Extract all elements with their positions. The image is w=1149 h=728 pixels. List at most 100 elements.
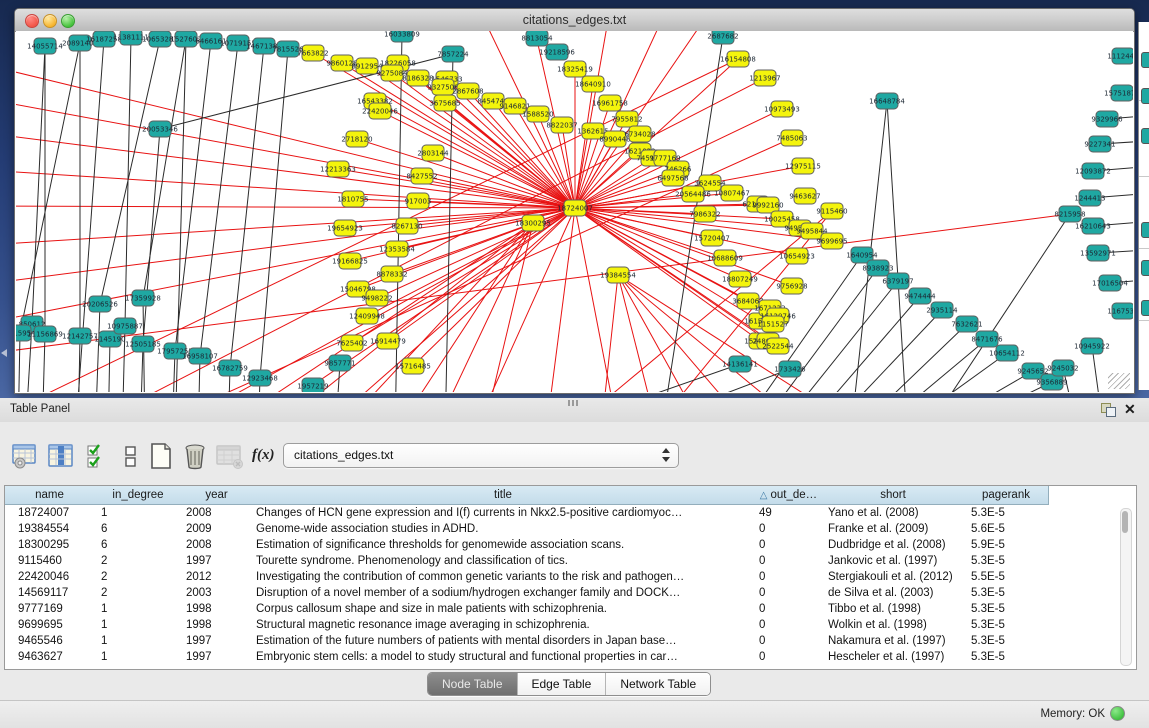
graph-node[interactable]: 8471676	[971, 331, 1003, 347]
table-cell[interactable]: 6	[101, 537, 180, 553]
table-cell[interactable]: Genome-wide association studies in ADHD.	[256, 521, 753, 537]
row-checks-icon[interactable]	[86, 442, 112, 470]
tab-network-table[interactable]: Network Table	[605, 673, 710, 695]
table-cell[interactable]: 1	[101, 633, 180, 649]
graph-edge[interactable]	[95, 304, 100, 392]
graph-node[interactable]: 6497568	[657, 170, 688, 186]
table-cell[interactable]: Stergiakouli et al. (2012)	[828, 569, 962, 585]
graph-node[interactable]: 8813054	[521, 31, 553, 46]
table-cell[interactable]: Nakamura et al. (1997)	[828, 633, 962, 649]
table-cell[interactable]: Estimation of significance thresholds fo…	[256, 537, 753, 553]
table-cell[interactable]: 0	[759, 521, 820, 537]
graph-edge[interactable]	[16, 208, 575, 286]
network-window-titlebar[interactable]: citations_edges.txt	[15, 9, 1134, 32]
graph-node[interactable]: 10945922	[1074, 338, 1110, 354]
table-cell[interactable]: Estimation of the future numbers of pati…	[256, 633, 753, 649]
graph-node[interactable]: 1957219	[297, 378, 328, 392]
graph-node[interactable]: 20053346	[142, 121, 178, 137]
graph-node[interactable]: 18640910	[575, 76, 611, 92]
graph-edge[interactable]	[618, 275, 710, 392]
graph-node[interactable]: 8267130	[391, 218, 422, 234]
column-header-in_degree[interactable]: in_degree	[94, 486, 183, 505]
table-cell[interactable]: Hescheler et al. (1997)	[828, 649, 962, 665]
graph-edge[interactable]	[20, 43, 80, 333]
table-cell[interactable]: 0	[759, 537, 820, 553]
table-cell[interactable]: 0	[759, 585, 820, 601]
graph-node[interactable]: 12093872	[1075, 163, 1111, 179]
graph-node[interactable]: 1112443	[1107, 48, 1133, 64]
graph-node[interactable]: 9474444	[904, 288, 936, 304]
column-header-year[interactable]: year	[182, 486, 252, 505]
scrollbar-thumb[interactable]	[1122, 511, 1128, 533]
graph-node[interactable]: 12142757	[62, 328, 98, 344]
collapse-panel-arrow-icon[interactable]	[1, 349, 7, 357]
column-header-out_de[interactable]: △out_de…	[755, 486, 823, 505]
graph-node[interactable]: 17016504	[1092, 275, 1128, 291]
graph-node[interactable]: 9699695	[816, 233, 847, 249]
table-row[interactable]: 1830029562008Estimation of significance …	[5, 537, 1136, 553]
graph-node[interactable]: 15751874	[1104, 85, 1133, 101]
graph-node[interactable]: 17359928	[125, 290, 161, 306]
table-cell[interactable]: 9115460	[18, 553, 92, 569]
table-cell[interactable]: 18724007	[18, 505, 92, 521]
table-cell[interactable]: 1997	[186, 649, 249, 665]
graph-edge[interactable]	[18, 333, 20, 392]
graph-node[interactable]: 8878332	[376, 266, 407, 282]
table-cell[interactable]: 0	[759, 617, 820, 633]
graph-node[interactable]: 8215958	[1054, 206, 1085, 222]
table-cell[interactable]: Yano et al. (2008)	[828, 505, 962, 521]
table-cell[interactable]: 49	[759, 505, 820, 521]
table-select-dropdown[interactable]: citations_edges.txt	[283, 443, 679, 468]
graph-node[interactable]: 2718120	[341, 131, 372, 147]
new-document-icon[interactable]	[148, 442, 174, 470]
graph-node[interactable]: 14136141	[722, 356, 758, 372]
table-cell[interactable]: 1	[101, 601, 180, 617]
table-cell[interactable]: Investigating the contribution of common…	[256, 569, 753, 585]
graph-node[interactable]: 8427552	[406, 168, 437, 184]
column-header-title[interactable]: title	[251, 486, 756, 505]
graph-node[interactable]: 2687682	[707, 31, 738, 44]
table-cell[interactable]: 9777169	[18, 601, 92, 617]
graph-edge[interactable]	[912, 371, 1033, 392]
graph-edge[interactable]	[260, 49, 288, 378]
split-divider-grip[interactable]	[568, 400, 580, 406]
float-panel-icon[interactable]	[1101, 403, 1116, 416]
table-cell[interactable]: 1997	[186, 553, 249, 569]
table-cell[interactable]: 0	[759, 633, 820, 649]
citation-graph[interactable]: 1872400718300295193845541832541918640910…	[16, 31, 1133, 392]
graph-node[interactable]: 9227341	[1084, 136, 1115, 152]
table-cell[interactable]: 9699695	[18, 617, 92, 633]
graph-edge[interactable]	[125, 37, 131, 326]
graph-edge[interactable]	[16, 131, 575, 208]
delete-trash-icon[interactable]	[182, 442, 208, 470]
table-row[interactable]: 1872400712008Changes of HCN gene express…	[5, 505, 1136, 521]
graph-node[interactable]: 6379197	[882, 273, 913, 289]
table-cell[interactable]: Corpus callosum shape and size in male p…	[256, 601, 753, 617]
graph-edge[interactable]	[42, 334, 45, 392]
table-cell[interactable]: 5.3E-5	[971, 585, 1046, 601]
table-row[interactable]: 2242004622012Investigating the contribut…	[5, 569, 1136, 585]
graph-node[interactable]: 3675685	[429, 95, 460, 111]
table-cell[interactable]: Franke et al. (2009)	[828, 521, 962, 537]
graph-edge[interactable]	[545, 208, 575, 392]
table-cell[interactable]: Dudbridge et al. (2008)	[828, 537, 962, 553]
graph-node[interactable]: 18325419	[557, 61, 593, 77]
table-row[interactable]: 1456911722003Disruption of a novel membe…	[5, 585, 1136, 601]
graph-node[interactable]: 2803144	[417, 145, 449, 161]
graph-node[interactable]: 9245032	[1047, 360, 1078, 376]
table-cell[interactable]: 2	[101, 569, 180, 585]
table-cell[interactable]: 2008	[186, 505, 249, 521]
column-header-pagerank[interactable]: pagerank	[964, 486, 1049, 505]
graph-node[interactable]: 19654923	[327, 220, 363, 236]
graph-edge[interactable]	[795, 296, 920, 392]
table-cell[interactable]: 2	[101, 585, 180, 601]
table-cell[interactable]: Disruption of a novel member of a sodium…	[256, 585, 753, 601]
graph-edge[interactable]	[480, 223, 533, 392]
table-cell[interactable]: 19384554	[18, 521, 92, 537]
graph-node[interactable]: 7955812	[611, 111, 642, 127]
table-cell[interactable]: Wolkin et al. (1998)	[828, 617, 962, 633]
table-cell[interactable]: 5.9E-5	[971, 537, 1046, 553]
graph-edge[interactable]	[865, 339, 987, 392]
graph-node[interactable]: 7857224	[437, 46, 469, 62]
graph-node[interactable]: 7625402	[336, 335, 367, 351]
